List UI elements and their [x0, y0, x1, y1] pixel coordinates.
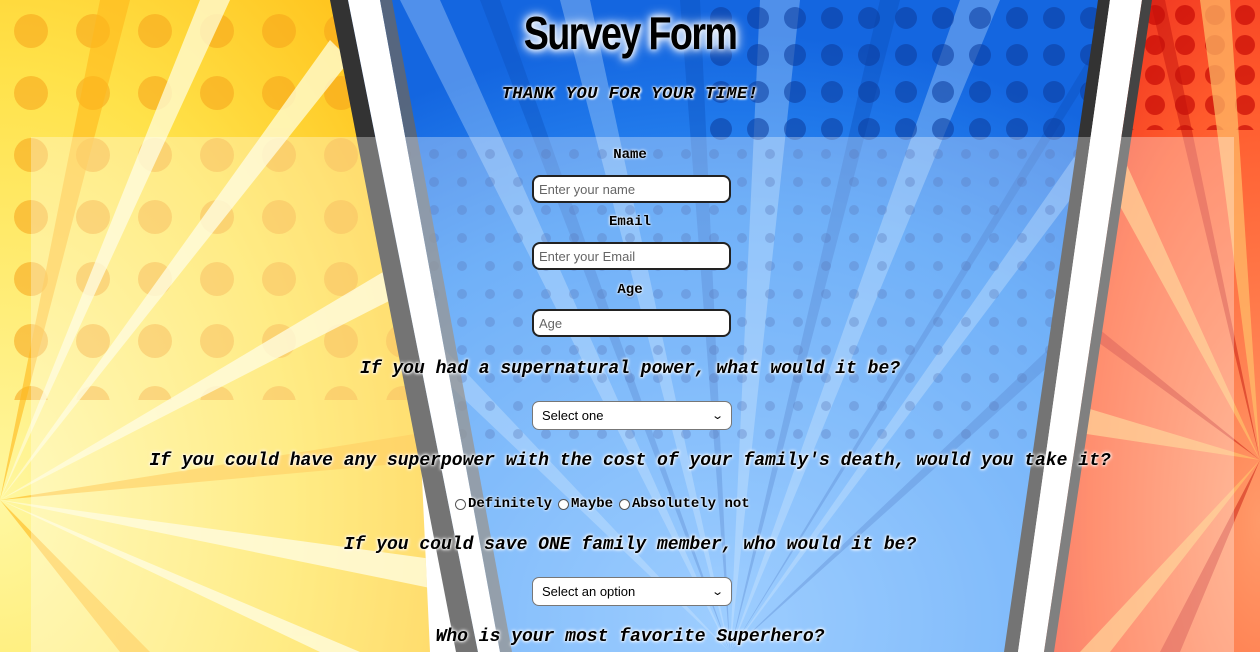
- superpower-cost-radio-group: Definitely Maybe Absolutely not: [455, 494, 756, 514]
- radio-label: Absolutely not: [632, 496, 750, 512]
- radio-label: Definitely: [468, 496, 553, 512]
- name-label: Name: [613, 147, 647, 163]
- radio-option-absolutely-not[interactable]: Absolutely not: [619, 496, 750, 512]
- radio-option-maybe[interactable]: Maybe: [558, 496, 613, 512]
- radio-option-definitely[interactable]: Definitely: [455, 496, 552, 512]
- chevron-down-icon: ⌄: [710, 586, 724, 598]
- question-superpower-cost: If you could have any superpower with th…: [149, 451, 1111, 471]
- radio-button[interactable]: [558, 498, 570, 510]
- email-label: Email: [608, 214, 651, 230]
- radio-button[interactable]: [455, 498, 466, 510]
- select-value: Select an option: [542, 584, 636, 599]
- age-label: Age: [617, 282, 643, 298]
- radio-button[interactable]: [619, 498, 631, 510]
- supernatural-power-select[interactable]: Select one ⌄: [532, 401, 732, 430]
- question-favorite-superhero: Who is your most favorite Superhero?: [435, 627, 825, 647]
- page-subtitle: THANK YOU FOR YOUR TIME!: [501, 85, 759, 104]
- radio-label: Maybe: [571, 496, 614, 512]
- question-save-family-member: If you could save ONE family member, who…: [343, 535, 917, 555]
- chevron-down-icon: ⌄: [710, 410, 724, 422]
- email-input[interactable]: [532, 242, 731, 270]
- age-input[interactable]: [532, 309, 731, 337]
- page-title: Survey Form: [523, 7, 738, 59]
- select-value: Select one: [542, 408, 604, 423]
- name-input[interactable]: [532, 175, 731, 203]
- save-family-member-select[interactable]: Select an option ⌄: [532, 577, 732, 606]
- question-supernatural-power: If you had a supernatural power, what wo…: [359, 359, 901, 379]
